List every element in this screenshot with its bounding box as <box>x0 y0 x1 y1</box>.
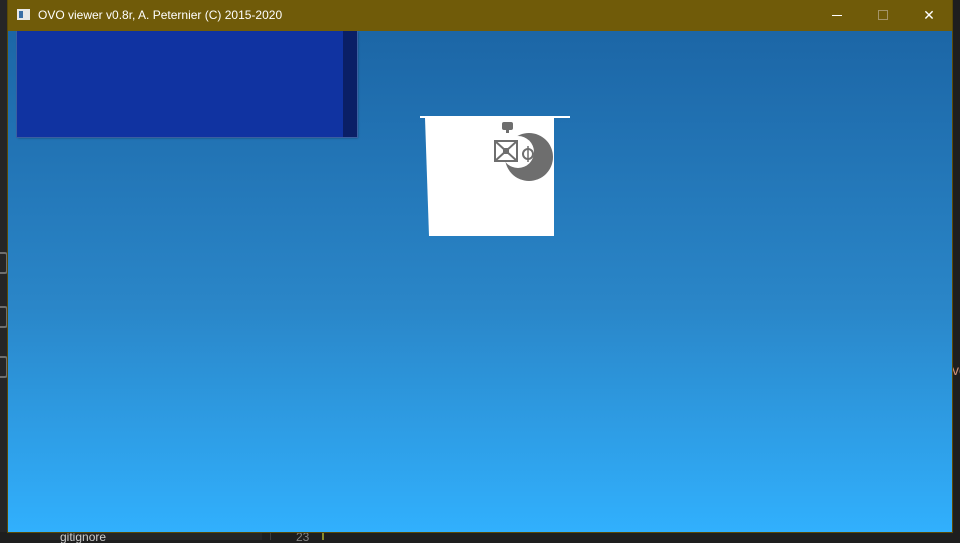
background-editor-left-strip <box>0 0 8 540</box>
maximize-button[interactable] <box>860 0 906 31</box>
window-title: OVO viewer v0.8r, A. Peternier (C) 2015-… <box>38 8 283 22</box>
node-icon-core <box>503 148 509 154</box>
editor-sidebar-icon <box>0 252 8 274</box>
gui-panel-scrollbar[interactable] <box>343 31 357 137</box>
file-item-gitignore[interactable]: gitignore <box>60 531 180 543</box>
maximize-icon <box>878 10 888 20</box>
background-editor-bottom-strip: gitignore 23 <box>0 531 960 543</box>
editor-sidebar-icon <box>0 306 8 328</box>
scene-geometry <box>420 116 570 236</box>
minimize-button[interactable] <box>814 0 860 31</box>
light-marker <box>502 122 513 130</box>
close-button[interactable]: ✕ <box>906 0 952 31</box>
code-fragment: vo <box>952 362 960 378</box>
title-bar[interactable]: OVO viewer v0.8r, A. Peternier (C) 2015-… <box>8 0 952 31</box>
line-number: 23 <box>296 531 310 543</box>
app-icon <box>17 9 30 20</box>
ovo-viewer-window: OVO viewer v0.8r, A. Peternier (C) 2015-… <box>8 0 952 532</box>
3d-viewport[interactable] <box>8 31 952 532</box>
gui-panel[interactable] <box>17 31 357 137</box>
editor-sidebar-icon <box>0 356 8 378</box>
gutter-marker <box>322 532 324 540</box>
light-stem <box>506 129 509 133</box>
background-editor-right-strip: vo <box>952 0 960 540</box>
close-icon: ✕ <box>923 7 935 23</box>
rendered-scene-object <box>420 116 570 238</box>
top-plane <box>420 116 570 118</box>
panel-divider <box>270 532 271 540</box>
minimize-icon <box>832 15 842 16</box>
